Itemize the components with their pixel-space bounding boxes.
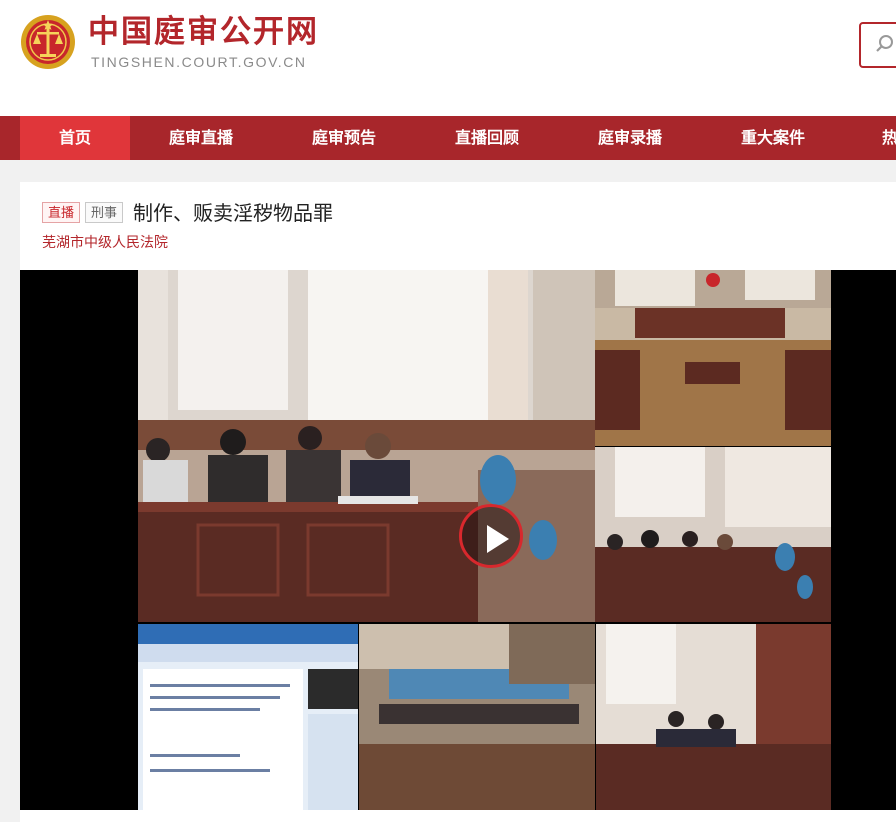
nav-item-review[interactable]: 直播回顾	[432, 116, 542, 160]
play-button[interactable]	[459, 504, 523, 568]
court-emblem-icon[interactable]	[20, 12, 76, 72]
nav-item-home[interactable]: 首页	[20, 116, 130, 160]
site-name[interactable]: 中国庭审公开网	[88, 12, 319, 52]
live-badge: 直播	[42, 202, 81, 223]
nav-item-hot[interactable]: 热	[876, 116, 896, 160]
play-icon[interactable]	[487, 525, 509, 553]
search-box[interactable]	[859, 22, 896, 68]
evidence-screen-view	[138, 624, 358, 810]
search-icon[interactable]	[875, 34, 895, 54]
gallery-view	[359, 624, 595, 810]
bench-view	[596, 624, 831, 810]
nav-item-live[interactable]: 庭审直播	[146, 116, 256, 160]
site-header: 中国庭审公开网 TINGSHEN.COURT.GOV.CN	[0, 0, 896, 116]
case-type-badge: 刑事	[85, 202, 124, 223]
nav-item-preview[interactable]: 庭审预告	[289, 116, 399, 160]
nav-item-recorded[interactable]: 庭审录播	[575, 116, 685, 160]
case-card: 直播 刑事 制作、贩卖淫秽物品罪 芜湖市中级人民法院	[20, 182, 896, 822]
case-title: 制作、贩卖淫秽物品罪	[133, 201, 333, 225]
defendant-view	[595, 447, 831, 622]
site-url: TINGSHEN.COURT.GOV.CN	[91, 54, 307, 70]
main-nav: 首页 庭审直播 庭审预告 直播回顾 庭审录播 重大案件 热	[0, 116, 896, 160]
video-player[interactable]	[20, 270, 896, 810]
main-courtroom-view	[138, 270, 595, 622]
courtroom-wide-view	[595, 270, 831, 446]
nav-item-major-cases[interactable]: 重大案件	[718, 116, 828, 160]
court-name-link[interactable]: 芜湖市中级人民法院	[42, 232, 168, 252]
